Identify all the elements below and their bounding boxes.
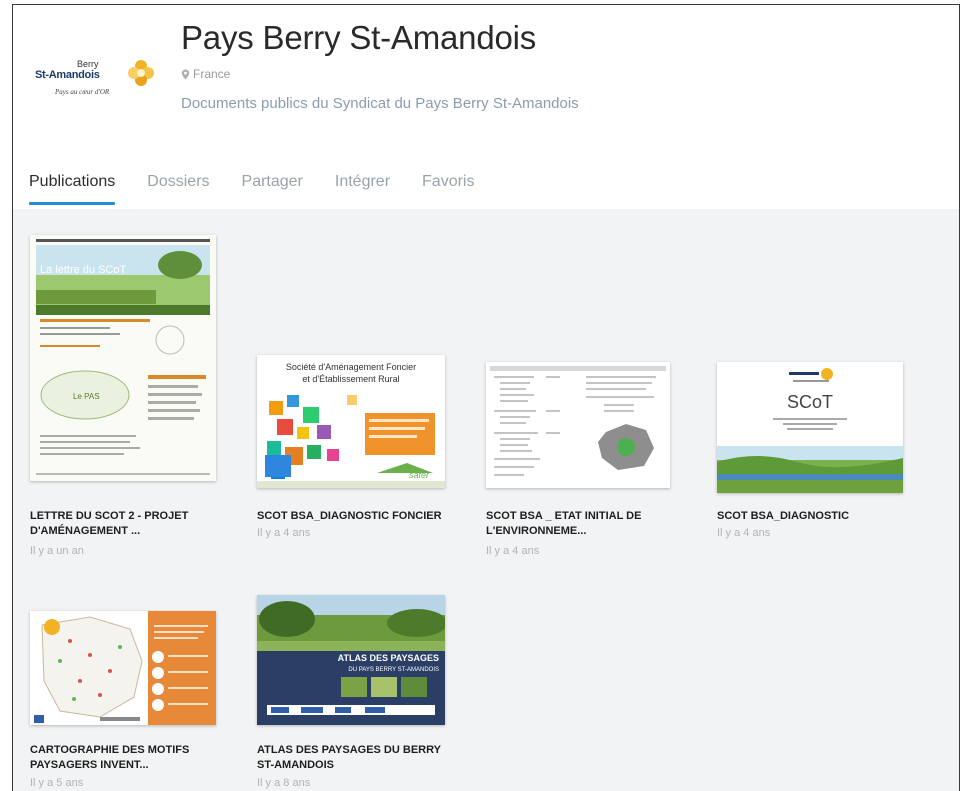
profile-header: Berry St-Amandois Pays au cœur d'OR Pays… [13, 5, 959, 215]
organization-logo[interactable]: Berry St-Amandois Pays au cœur d'OR [33, 55, 163, 107]
cover-image: SCoT [717, 362, 903, 493]
profile-title: Pays Berry St-Amandois [181, 19, 537, 56]
location-pin-icon [181, 69, 190, 79]
cover-image [486, 362, 670, 488]
publication-title[interactable]: SCOT BSA_DIAGNOSTIC [717, 509, 907, 524]
publications-grid: Le PAS La lettre du SCoT LETTRE DU SCOT … [13, 209, 959, 791]
cover-image: ATLAS DES PAYSAGES DU PAYS BERRY ST-AMAN… [257, 595, 445, 725]
publication-cover[interactable] [30, 611, 216, 725]
logo-line2: St-Amandois [35, 69, 100, 81]
cover-image: Le PAS La lettre du SCoT [30, 235, 216, 481]
cover-heading: ATLAS DES PAYSAGES [338, 653, 439, 663]
location-text: France [193, 67, 231, 81]
publication-cover[interactable]: ATLAS DES PAYSAGES DU PAYS BERRY ST-AMAN… [257, 595, 445, 725]
publication-title[interactable]: CARTOGRAPHIE DES MOTIFS PAYSAGERS INVENT… [30, 743, 220, 773]
profile-description: Documents publics du Syndicat du Pays Be… [181, 95, 579, 112]
publication-date: Il y a 4 ans [486, 545, 540, 557]
logo-tagline: Pays au cœur d'OR [55, 88, 110, 96]
cover-sub: DU PAYS BERRY ST-AMANDOIS [348, 667, 439, 673]
publication-cover[interactable] [486, 362, 670, 488]
app-frame: Berry St-Amandois Pays au cœur d'OR Pays… [12, 4, 960, 791]
cover-sub: Le PAS [73, 392, 100, 401]
tab-dossiers[interactable]: Dossiers [147, 173, 225, 205]
tab-publications[interactable]: Publications [29, 173, 131, 205]
cover-image: Société d'Aménagement Foncier et d'Établ… [257, 355, 445, 488]
tab-favoris[interactable]: Favoris [422, 173, 490, 205]
publication-cover[interactable]: SCoT [717, 362, 903, 493]
cover-heading: SCoT [787, 392, 833, 412]
logo-line1: Berry [77, 59, 99, 69]
cover-heading: La lettre du SCoT [40, 264, 126, 276]
publication-title[interactable]: ATLAS DES PAYSAGES DU BERRY ST-AMANDOIS [257, 743, 447, 773]
publication-date: Il y a un an [30, 545, 84, 557]
cover-heading-2: et d'Établissement Rural [302, 374, 399, 384]
tab-integrer[interactable]: Intégrer [335, 173, 406, 205]
publication-title[interactable]: SCOT BSA_DIAGNOSTIC FONCIER [257, 509, 447, 524]
cover-brand: safer [409, 470, 430, 480]
profile-tabs: Publications Dossiers Partager Intégrer … [29, 173, 506, 205]
publication-title[interactable]: SCOT BSA _ ETAT INITIAL DE L'ENVIRONNEME… [486, 509, 676, 539]
cover-heading-1: Société d'Aménagement Foncier [286, 362, 416, 372]
location: France [181, 67, 230, 81]
publication-date: Il y a 5 ans [30, 777, 84, 789]
publication-date: Il y a 4 ans [717, 527, 771, 539]
publication-date: Il y a 4 ans [257, 527, 311, 539]
publication-cover[interactable]: Le PAS La lettre du SCoT [30, 235, 216, 481]
publication-title[interactable]: LETTRE DU SCOT 2 - PROJET D'AMÉNAGEMENT … [30, 509, 220, 539]
cover-image [30, 611, 216, 725]
flower-logo-icon [128, 60, 154, 86]
publication-date: Il y a 8 ans [257, 777, 311, 789]
tab-partager[interactable]: Partager [242, 173, 319, 205]
publication-cover[interactable]: Société d'Aménagement Foncier et d'Établ… [257, 355, 445, 488]
